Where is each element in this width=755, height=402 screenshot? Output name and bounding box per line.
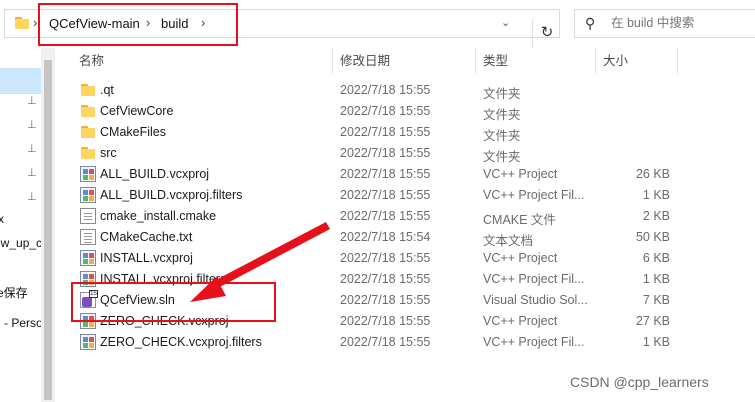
watermark: CSDN @cpp_learners (570, 374, 709, 390)
arrow-shaft (210, 222, 330, 290)
annotation-arrow (190, 222, 330, 302)
